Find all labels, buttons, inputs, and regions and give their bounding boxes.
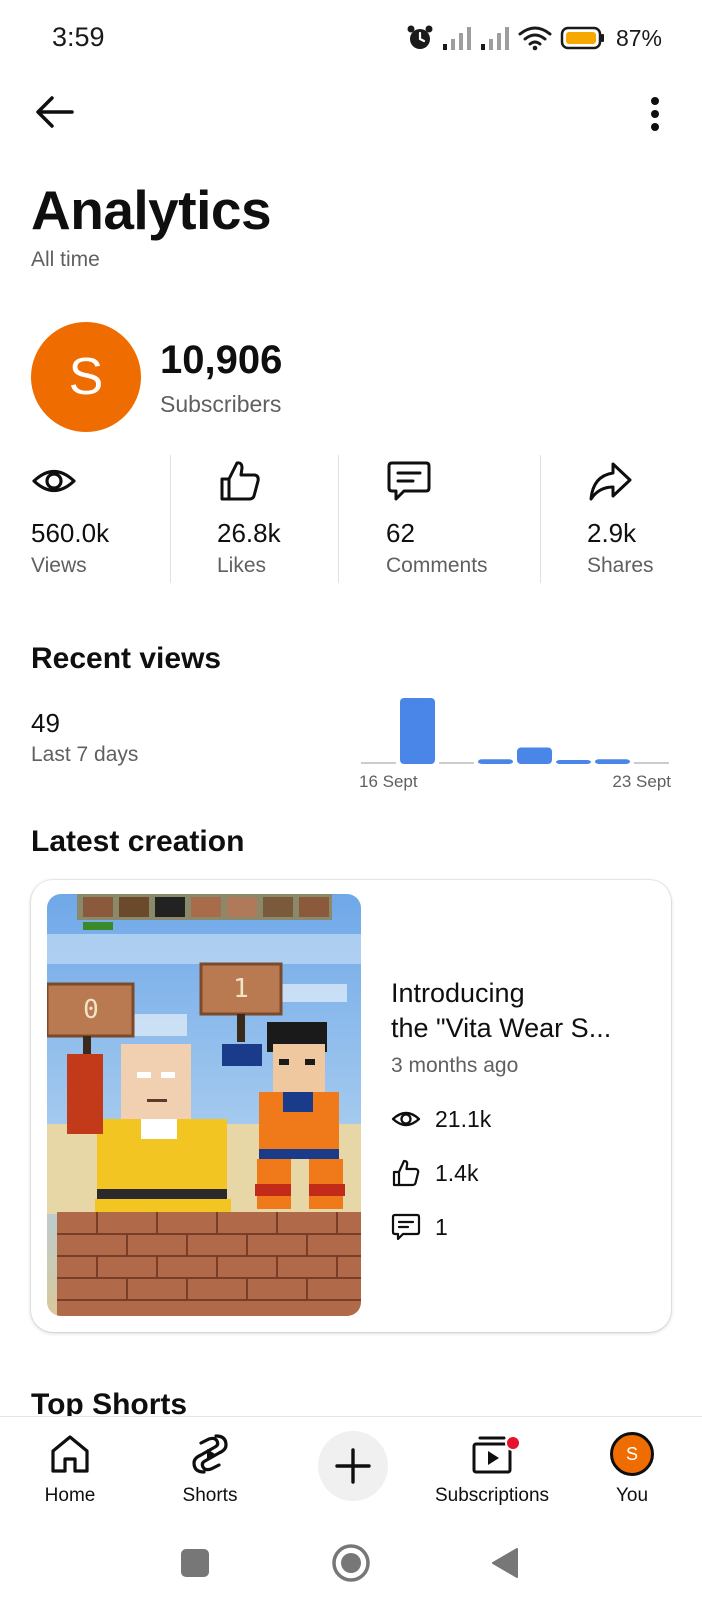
eye-icon bbox=[32, 469, 76, 493]
system-back-button[interactable] bbox=[475, 1526, 535, 1600]
share-icon bbox=[589, 462, 632, 501]
latest-video-card[interactable]: 0 1 Introducing the "Vita Wear S... 3 mo… bbox=[31, 880, 671, 1332]
stats-row: 560.0k Views 26.8k Likes 62 Comments 2.9… bbox=[0, 452, 702, 582]
create-button[interactable] bbox=[318, 1431, 388, 1501]
chart-tick-label: 16 Sept bbox=[359, 772, 418, 791]
stat-label: Likes bbox=[217, 554, 267, 577]
nav-label: Shorts bbox=[182, 1485, 238, 1506]
eye-icon bbox=[391, 1111, 421, 1127]
shorts-icon bbox=[192, 1434, 228, 1474]
stat-value: 560.0k bbox=[31, 518, 110, 548]
nav-subscriptions[interactable]: Subscriptions bbox=[420, 1417, 564, 1527]
alarm-icon bbox=[407, 25, 433, 49]
divider bbox=[170, 455, 171, 583]
chart-bar bbox=[517, 747, 552, 764]
bottom-navigation: Home Shorts Subscriptions S You bbox=[0, 1416, 702, 1526]
video-likes: 1.4k bbox=[391, 1158, 478, 1188]
wifi-icon bbox=[518, 26, 552, 51]
avatar: S bbox=[610, 1432, 654, 1476]
chart-bar bbox=[595, 759, 630, 764]
latest-creation-title: Latest creation bbox=[31, 825, 245, 858]
thumbs-up-icon bbox=[220, 461, 260, 501]
recent-views-chart[interactable] bbox=[359, 692, 671, 766]
back-button[interactable] bbox=[30, 90, 80, 134]
chart-bar bbox=[439, 762, 474, 764]
status-icons: 87% bbox=[406, 22, 662, 54]
stat-value: 62 bbox=[386, 518, 415, 548]
chart-bar bbox=[478, 759, 513, 764]
status-bar: 3:59 87% bbox=[0, 0, 702, 78]
comment-icon bbox=[387, 461, 431, 501]
recent-views-value: 49 bbox=[31, 708, 60, 738]
nav-home[interactable]: Home bbox=[30, 1417, 110, 1527]
subscriber-count: 10,906 bbox=[160, 338, 283, 382]
back-triangle-icon bbox=[492, 1548, 518, 1578]
home-icon bbox=[51, 1435, 89, 1473]
thumbnail-sign-left: 0 bbox=[83, 995, 99, 1025]
nav-you[interactable]: S You bbox=[604, 1417, 660, 1527]
video-title-line: the "Vita Wear S... bbox=[391, 1013, 612, 1043]
signal-icon bbox=[442, 27, 471, 50]
nav-label: You bbox=[615, 1485, 649, 1506]
nav-label: Home bbox=[44, 1485, 96, 1506]
video-title[interactable]: Introducing the "Vita Wear S... bbox=[391, 976, 656, 1046]
plus-icon bbox=[335, 1448, 371, 1484]
video-title-line: Introducing bbox=[391, 978, 525, 1008]
stat-value: 2.9k bbox=[587, 518, 637, 548]
divider bbox=[338, 455, 339, 583]
stat-label: Views bbox=[31, 554, 87, 577]
thumbnail-image: 0 1 bbox=[47, 894, 361, 1316]
recents-square-icon bbox=[181, 1549, 209, 1577]
battery-percent: 87% bbox=[615, 24, 662, 51]
video-age: 3 months ago bbox=[391, 1054, 519, 1077]
recent-views-period: Last 7 days bbox=[31, 743, 139, 766]
more-options-button[interactable] bbox=[640, 92, 670, 136]
battery-icon bbox=[560, 26, 604, 50]
recent-views-title: Recent views bbox=[31, 642, 222, 675]
thumbnail-sign-right: 1 bbox=[233, 974, 249, 1004]
thumbs-up-icon bbox=[392, 1159, 420, 1187]
page-subtitle: All time bbox=[31, 248, 100, 271]
subscriber-label: Subscribers bbox=[160, 391, 282, 417]
chart-bar bbox=[556, 760, 591, 764]
video-comments: 1 bbox=[391, 1212, 448, 1242]
system-home-button[interactable] bbox=[321, 1526, 381, 1600]
chart-bar bbox=[634, 762, 669, 764]
nav-label: Subscriptions bbox=[434, 1485, 550, 1506]
divider bbox=[540, 455, 541, 583]
stat-value: 26.8k bbox=[217, 518, 281, 548]
page-title: Analytics bbox=[31, 179, 272, 241]
video-likes-count: 1.4k bbox=[435, 1159, 479, 1186]
more-vertical-icon bbox=[651, 97, 659, 131]
signal-icon bbox=[480, 27, 509, 50]
video-thumbnail[interactable]: 0 1 bbox=[47, 894, 361, 1316]
chart-tick-label: 23 Sept bbox=[612, 772, 671, 791]
video-views-count: 21.1k bbox=[435, 1105, 492, 1132]
video-views: 21.1k bbox=[391, 1104, 491, 1134]
stat-label: Comments bbox=[386, 554, 488, 577]
video-comments-count: 1 bbox=[435, 1213, 448, 1240]
chart-bar bbox=[400, 698, 435, 764]
stat-label: Shares bbox=[587, 554, 654, 577]
nav-shorts[interactable]: Shorts bbox=[168, 1417, 252, 1527]
notification-dot bbox=[505, 1435, 521, 1451]
recents-button[interactable] bbox=[165, 1526, 225, 1600]
arrow-left-icon bbox=[36, 96, 74, 128]
comment-icon bbox=[391, 1213, 421, 1241]
chart-bar bbox=[361, 762, 396, 764]
system-navigation bbox=[0, 1526, 702, 1600]
home-circle-icon bbox=[332, 1544, 370, 1582]
status-time: 3:59 bbox=[52, 22, 105, 52]
channel-avatar: S bbox=[31, 322, 141, 432]
